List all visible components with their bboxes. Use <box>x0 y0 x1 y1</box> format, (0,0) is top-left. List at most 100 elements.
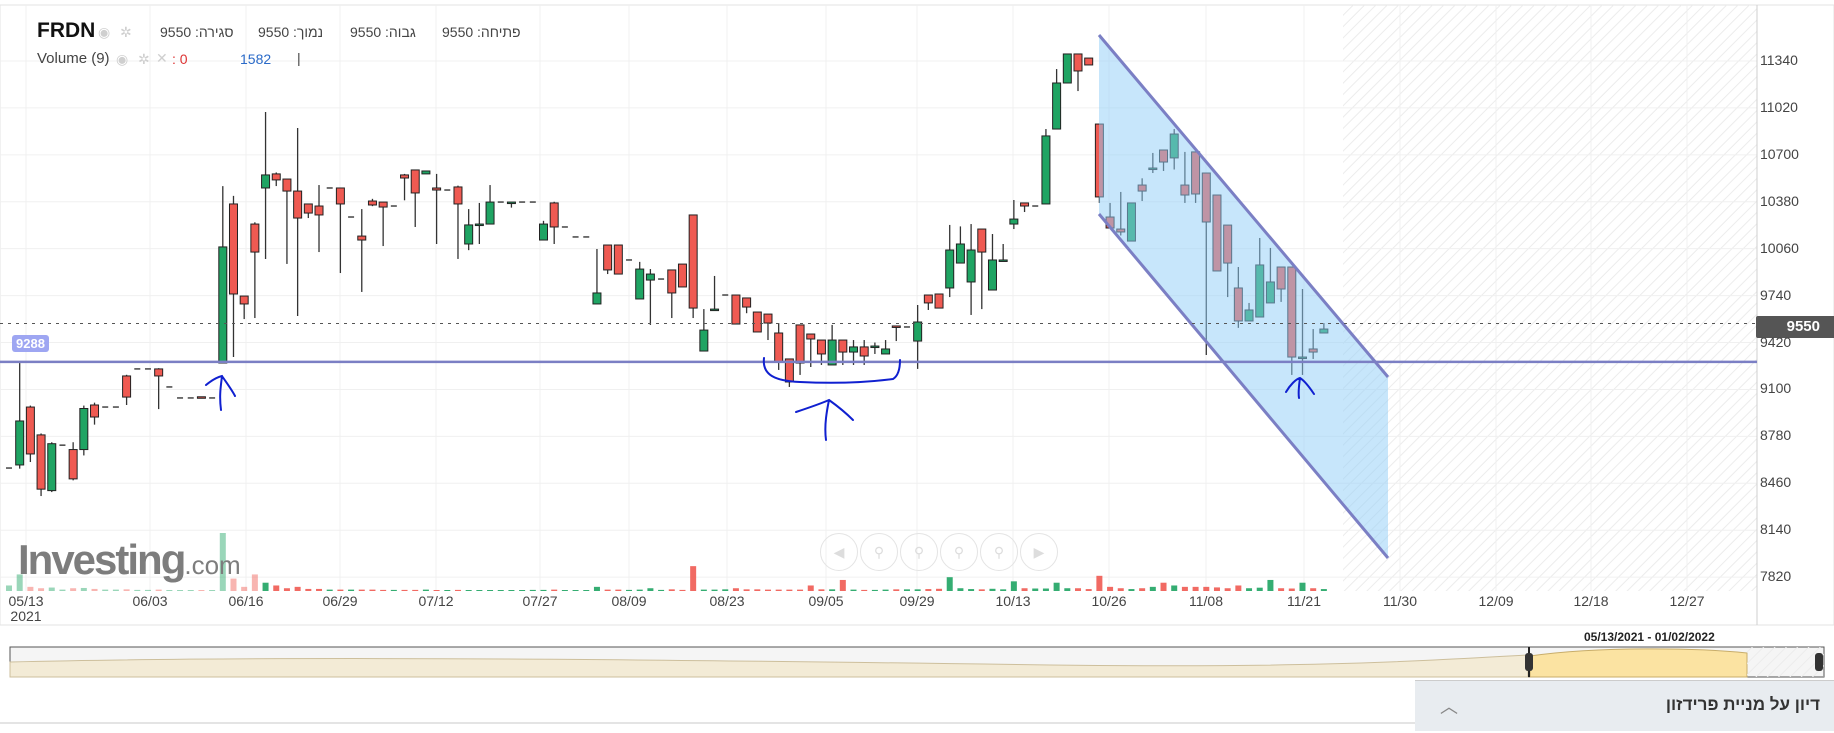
candle-body <box>645 273 655 281</box>
candle-body <box>68 449 78 480</box>
volume-bar <box>358 589 365 591</box>
volume-bar <box>732 588 739 591</box>
volume-bar <box>465 590 472 591</box>
scroll-left-button[interactable]: ◀ <box>820 533 858 571</box>
volume-bar <box>1085 589 1092 591</box>
chevron-up-icon[interactable]: ︿ <box>1440 693 1458 719</box>
volume-bar <box>583 590 590 591</box>
candle-body <box>688 214 698 309</box>
candle <box>1041 129 1051 205</box>
high-value: גבוה: 9550 <box>350 24 416 40</box>
volume-bar <box>369 589 376 591</box>
zoom-fit-icon[interactable]: ⚲ <box>980 533 1018 571</box>
y-tick-label: 9420 <box>1760 333 1792 350</box>
candle-body <box>849 346 859 353</box>
discussion-title: דיון על מניית פרידזון <box>1665 695 1820 714</box>
candle-body <box>881 348 891 355</box>
volume-bar <box>444 590 451 591</box>
volume-bar <box>1000 589 1007 591</box>
eye-icon[interactable]: ◉ <box>98 24 110 41</box>
candle-body <box>966 249 976 283</box>
volume-bar <box>187 590 194 591</box>
volume-bar <box>476 590 483 591</box>
volume-bar <box>861 589 868 591</box>
volume-bar <box>1256 587 1263 591</box>
zoom-reset-icon[interactable]: ⚲ <box>940 533 978 571</box>
volume-bar <box>786 589 793 591</box>
candle-body <box>1062 53 1072 84</box>
navigator-range-label: 05/13/2021 - 01/02/2022 <box>1584 630 1715 644</box>
candle-body <box>934 293 944 309</box>
zoom-in-icon[interactable]: ⚲ <box>900 533 938 571</box>
volume-bar <box>626 589 633 591</box>
gear-icon[interactable]: ✲ <box>120 24 132 41</box>
candle-body <box>816 339 826 355</box>
candle-body <box>303 203 313 214</box>
volume-bar <box>1064 588 1071 591</box>
close-icon[interactable]: ✕ <box>156 50 168 67</box>
candle <box>196 396 206 399</box>
volume-bar <box>27 586 34 591</box>
scroll-right-button[interactable]: ▶ <box>1020 533 1058 571</box>
volume-value-up: 1582 <box>240 51 272 67</box>
zoom-out-icon[interactable]: ⚲ <box>860 533 898 571</box>
candle-body <box>603 244 613 271</box>
volume-bar <box>112 589 119 591</box>
volume-bar <box>380 589 387 591</box>
candle-body <box>913 321 923 342</box>
x-tick-label: 07/12 <box>418 593 454 609</box>
candle-body <box>1041 135 1051 205</box>
candle-body <box>474 223 484 227</box>
volume-bar <box>551 589 558 591</box>
discussion-panel[interactable]: ︿ דיון על מניית פרידזון <box>1415 680 1834 731</box>
candle <box>731 294 741 325</box>
candle-body <box>506 201 516 205</box>
candle-body <box>806 333 816 340</box>
close-value: סגירה: 9550 <box>160 24 234 40</box>
volume-bar <box>251 574 258 591</box>
x-tick-label: 08/23 <box>709 593 745 609</box>
volume-bar <box>283 588 290 591</box>
volume-bar <box>946 577 953 591</box>
candle <box>752 311 762 333</box>
volume-bar <box>839 579 846 591</box>
candle-body <box>870 345 880 349</box>
candle-body <box>196 396 206 399</box>
volume-bar <box>305 588 312 591</box>
candle-body <box>239 295 249 305</box>
logo-suffix: .com <box>184 550 241 580</box>
volume-bar <box>957 588 964 591</box>
navigator-right-handle[interactable] <box>1815 653 1823 671</box>
gear-icon[interactable]: ✲ <box>138 51 150 68</box>
candle-body <box>635 268 645 300</box>
navigator[interactable] <box>9 646 1825 678</box>
volume-bar <box>1320 589 1327 591</box>
volume-bar <box>615 589 622 591</box>
x-tick-label: 06/03 <box>132 593 168 609</box>
candle-body <box>955 243 965 264</box>
volume-bar <box>850 589 857 591</box>
volume-bar <box>658 589 665 591</box>
volume-bar <box>316 588 323 591</box>
y-tick-label: 9740 <box>1760 286 1792 303</box>
candle-body <box>154 368 164 377</box>
candle-body <box>539 223 548 241</box>
volume-bar <box>433 590 440 591</box>
candle <box>47 442 57 493</box>
x-tick-label: 09/05 <box>808 593 844 609</box>
price-chart[interactable] <box>0 0 1834 733</box>
volume-bar <box>134 589 141 591</box>
candle-body <box>987 259 997 291</box>
volume-bar <box>1117 588 1124 591</box>
navigator-left-handle[interactable] <box>1525 653 1533 671</box>
volume-separator: | <box>297 50 301 66</box>
candle <box>613 244 623 275</box>
y-tick-label: 8460 <box>1760 474 1792 491</box>
candle-body <box>122 375 132 398</box>
candle <box>539 220 548 241</box>
eye-icon[interactable]: ◉ <box>116 51 128 68</box>
volume-bar <box>722 589 729 591</box>
candle-body <box>763 313 773 324</box>
candle <box>36 433 46 497</box>
volume-bar <box>1107 586 1114 591</box>
